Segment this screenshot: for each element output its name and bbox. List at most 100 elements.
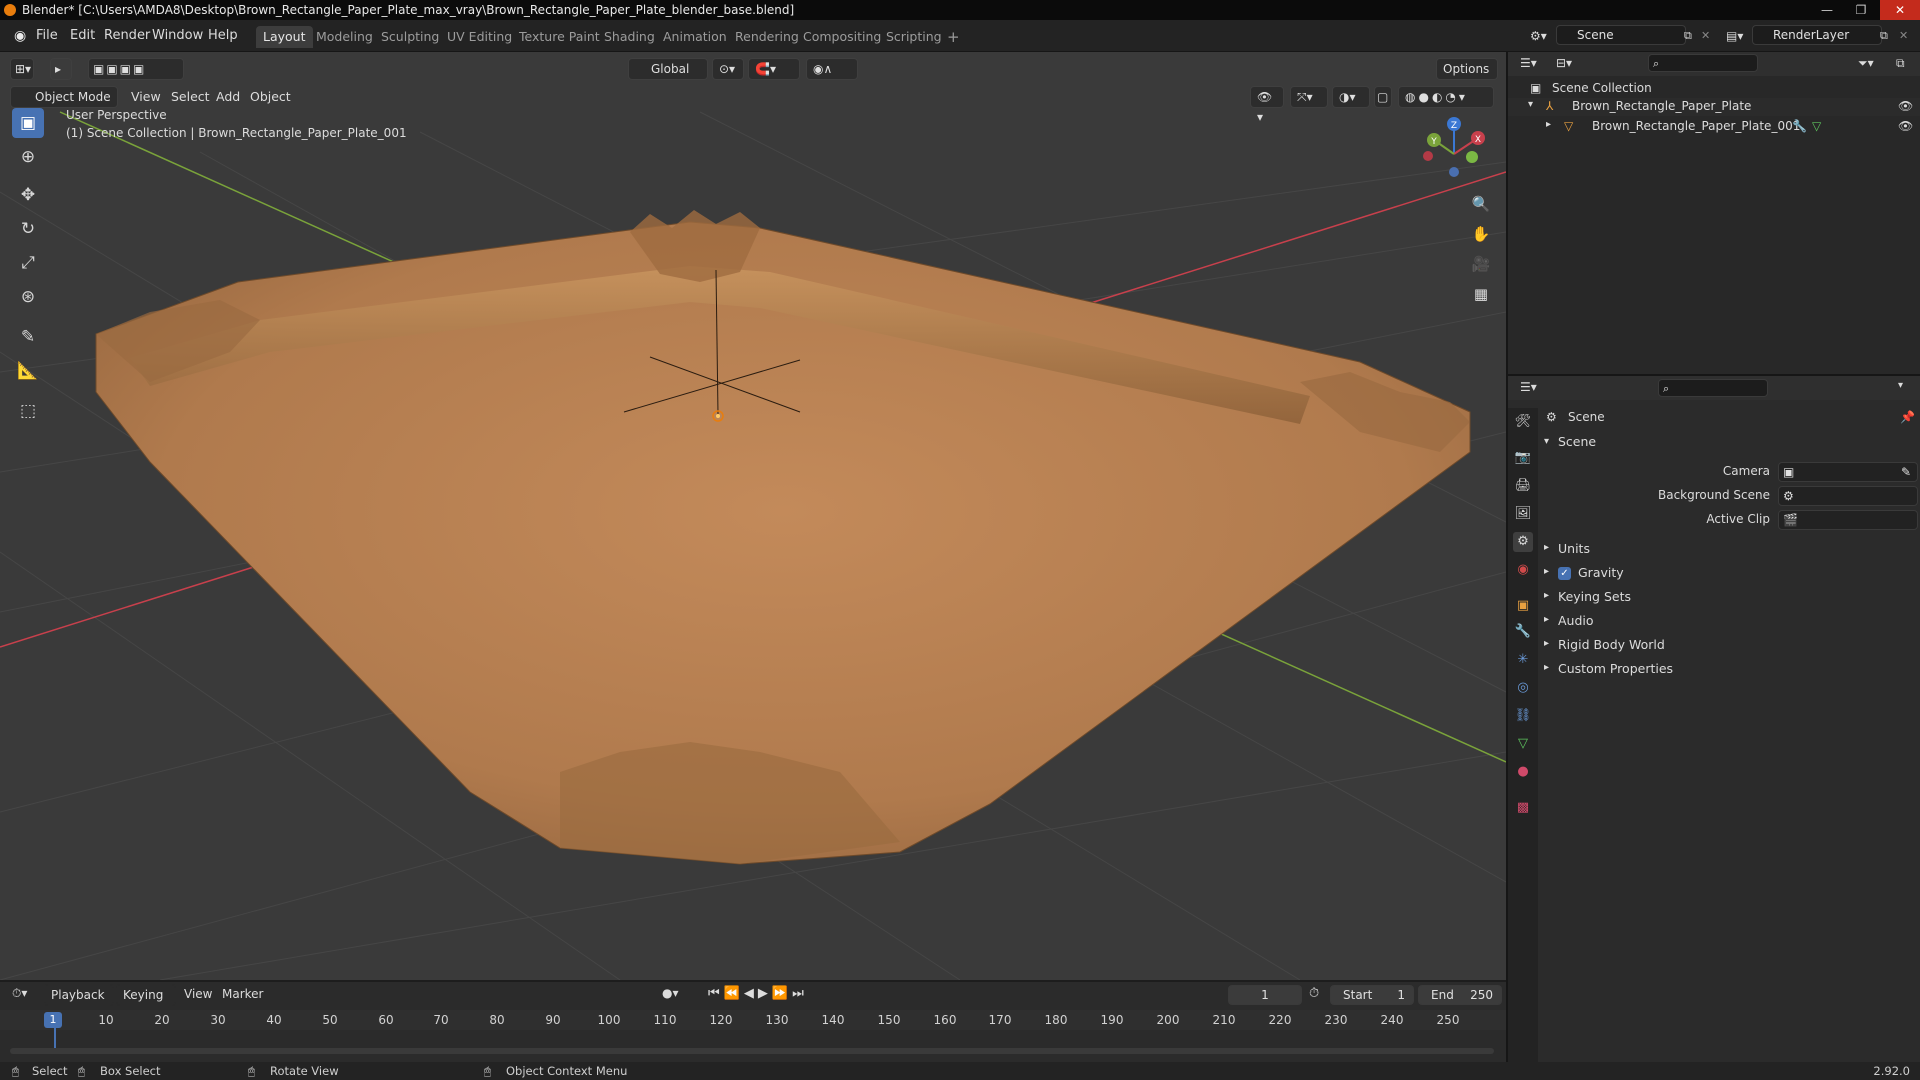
pan-hand-icon[interactable]: ✋ (1467, 220, 1495, 248)
auto-keying-icon[interactable]: ●▾ (662, 986, 679, 1000)
chevron-down-icon[interactable]: ▾ (1898, 380, 1903, 391)
scene-selector[interactable]: Scene (1556, 25, 1686, 45)
tab-modeling[interactable]: Modeling (309, 26, 380, 48)
playback-menu[interactable]: Playback ▾ (44, 984, 114, 1022)
delete-renderlayer-icon[interactable]: ✕ (1895, 26, 1912, 46)
mesh-data-tab-icon[interactable]: ▽ (1513, 734, 1533, 754)
transform-tool-icon[interactable]: ⊛ (12, 282, 44, 312)
snap-icon[interactable]: 🧲▾ (748, 58, 800, 80)
visibility-eye-icon[interactable]: 👁 (1898, 119, 1913, 133)
timeline-marker-menu[interactable]: Marker (222, 987, 263, 1001)
object-tab-icon[interactable]: ▣ (1513, 596, 1533, 616)
editor-type-icon[interactable]: ⊞▾ (10, 58, 34, 80)
tab-shading[interactable]: Shading (597, 26, 662, 48)
ortho-grid-icon[interactable]: ▦ (1467, 280, 1495, 308)
close-icon[interactable]: ✕ (1880, 0, 1920, 20)
viewport-menu-select[interactable]: Select (171, 89, 210, 104)
menu-render[interactable]: Render (100, 26, 154, 46)
outliner-row[interactable]: ▸ ▽ Brown_Rectangle_Paper_Plate_001 🔧 ▽ … (1508, 118, 1920, 136)
panel-units[interactable]: ▸ Units (1538, 540, 1920, 560)
tool-tab-icon[interactable]: 🛠 (1513, 412, 1533, 432)
outliner-search[interactable]: ⌕ (1648, 54, 1758, 72)
timeline-view-menu[interactable]: View (184, 987, 212, 1001)
material-tab-icon[interactable]: ● (1513, 762, 1533, 782)
new-renderlayer-icon[interactable]: ⧉ (1876, 26, 1892, 46)
rotate-tool-icon[interactable]: ↻ (12, 214, 44, 244)
panel-rigid-body-world[interactable]: ▸ Rigid Body World (1538, 636, 1920, 656)
modifier-icon[interactable]: 🔧 (1792, 119, 1807, 133)
blender-menu-icon[interactable]: ◉ (10, 26, 30, 46)
select-tool-icon[interactable]: ▸ (50, 58, 72, 80)
constraints-tab-icon[interactable]: ⛓ (1513, 706, 1533, 726)
playhead-line[interactable] (54, 1028, 56, 1050)
clock-icon[interactable]: ⏱ (1309, 986, 1319, 1001)
filter-icon[interactable]: ⏷▾ (1858, 56, 1874, 71)
outliner-row[interactable]: ▾ ⅄ Brown_Rectangle_Paper_Plate 👁 (1508, 98, 1920, 116)
panel-expand-icon[interactable]: ▾ (1544, 436, 1549, 447)
measure-tool-icon[interactable]: 📐 (12, 356, 44, 386)
render-tab-icon[interactable]: 📷 (1513, 448, 1533, 468)
panel-gravity[interactable]: ▸ ✓ Gravity (1538, 564, 1920, 584)
add-workspace-icon[interactable]: + (940, 26, 967, 48)
timeline-editor-icon[interactable]: ⏱▾ (12, 986, 27, 1001)
navigation-gizmo[interactable]: Z X Y (1412, 112, 1502, 192)
viewport-menu-add[interactable]: Add (216, 89, 240, 104)
timeline-scrollbar[interactable] (10, 1048, 1494, 1054)
pin-icon[interactable]: 📌 (1900, 410, 1915, 424)
panel-audio[interactable]: ▸ Audio (1538, 612, 1920, 632)
expand-arrow-icon[interactable]: ▸ (1546, 119, 1551, 130)
properties-search[interactable]: ⌕ (1658, 379, 1768, 397)
playhead-frame-badge[interactable]: 1 (44, 1012, 62, 1028)
menu-window[interactable]: Window (148, 26, 207, 46)
background-scene-field[interactable]: ⚙ (1778, 486, 1918, 506)
eyedropper-icon[interactable]: ✎ (1901, 463, 1911, 481)
modifier-tab-icon[interactable]: 🔧 (1513, 622, 1533, 642)
panel-custom-properties[interactable]: ▸ Custom Properties (1538, 660, 1920, 680)
tab-sculpting[interactable]: Sculpting (374, 26, 446, 48)
3d-viewport[interactable]: ⊞▾ ▸ ▣▣▣▣ Global ⊙▾ 🧲▾ ◉∧ Options Object… (0, 52, 1506, 980)
particles-tab-icon[interactable]: ✳ (1513, 650, 1533, 670)
timeline-ruler[interactable]: 1 10 20 30 40 50 60 70 80 90 100 110 120… (0, 1010, 1506, 1030)
menu-help[interactable]: Help (204, 26, 242, 46)
add-cube-tool-icon[interactable]: ⬚ (12, 396, 44, 426)
outliner-root[interactable]: Scene Collection (1552, 81, 1652, 95)
scene-type-icon[interactable]: ⚙▾ (1526, 26, 1551, 46)
zoom-icon[interactable]: 🔍 (1467, 190, 1495, 218)
tab-rendering[interactable]: Rendering (728, 26, 806, 48)
object-mode-dropdown[interactable]: Object Mode (10, 86, 118, 108)
visibility-eye-icon[interactable]: 👁 (1898, 99, 1913, 113)
delete-scene-icon[interactable]: ✕ (1697, 26, 1714, 46)
scale-tool-icon[interactable]: ⤢ (12, 248, 44, 278)
minimize-icon[interactable]: — (1812, 0, 1842, 20)
transform-orientation-dropdown[interactable]: Global (628, 58, 708, 80)
select-box-tool-icon[interactable]: ▣ (12, 108, 44, 138)
current-frame-field[interactable]: 1 (1228, 985, 1302, 1005)
texture-tab-icon[interactable]: ▩ (1513, 798, 1533, 818)
properties-editor-icon[interactable]: ☰▾ (1520, 380, 1537, 394)
camera-view-icon[interactable]: 🎥 (1467, 250, 1495, 278)
output-tab-icon[interactable]: 🖨 (1513, 476, 1533, 496)
camera-field[interactable]: ▣ ✎ (1778, 462, 1918, 482)
gravity-checkbox[interactable]: ✓ (1558, 567, 1571, 580)
selection-mode-icons[interactable]: ▣▣▣▣ (88, 58, 184, 80)
end-frame-field[interactable]: End 250 (1418, 985, 1502, 1005)
visibility-icon[interactable]: 👁▾ (1250, 86, 1284, 124)
outliner-editor-icon[interactable]: ☰▾ (1520, 56, 1537, 70)
expand-arrow-icon[interactable]: ▾ (1528, 99, 1533, 110)
viewport-menu-view[interactable]: View (131, 89, 161, 104)
viewport-menu-object[interactable]: Object (250, 89, 291, 104)
tab-compositing[interactable]: Compositing (796, 26, 888, 48)
gizmo-toggle-icon[interactable]: ⤧▾ (1290, 86, 1328, 108)
tab-layout[interactable]: Layout (256, 26, 313, 48)
tab-texture-paint[interactable]: Texture Paint (512, 26, 607, 48)
mesh-data-icon[interactable]: ▽ (1812, 119, 1821, 133)
panel-keying-sets[interactable]: ▸ Keying Sets (1538, 588, 1920, 608)
world-tab-icon[interactable]: ◉ (1513, 560, 1533, 580)
pivot-icon[interactable]: ⊙▾ (712, 58, 744, 80)
overlay-toggle-icon[interactable]: ◑▾ (1332, 86, 1370, 108)
proportional-edit-icon[interactable]: ◉∧ (806, 58, 858, 80)
renderlayer-selector[interactable]: RenderLayer (1752, 25, 1882, 45)
tab-animation[interactable]: Animation (656, 26, 734, 48)
keying-menu[interactable]: Keying ▾ (116, 984, 176, 1022)
tab-uv-editing[interactable]: UV Editing (440, 26, 519, 48)
